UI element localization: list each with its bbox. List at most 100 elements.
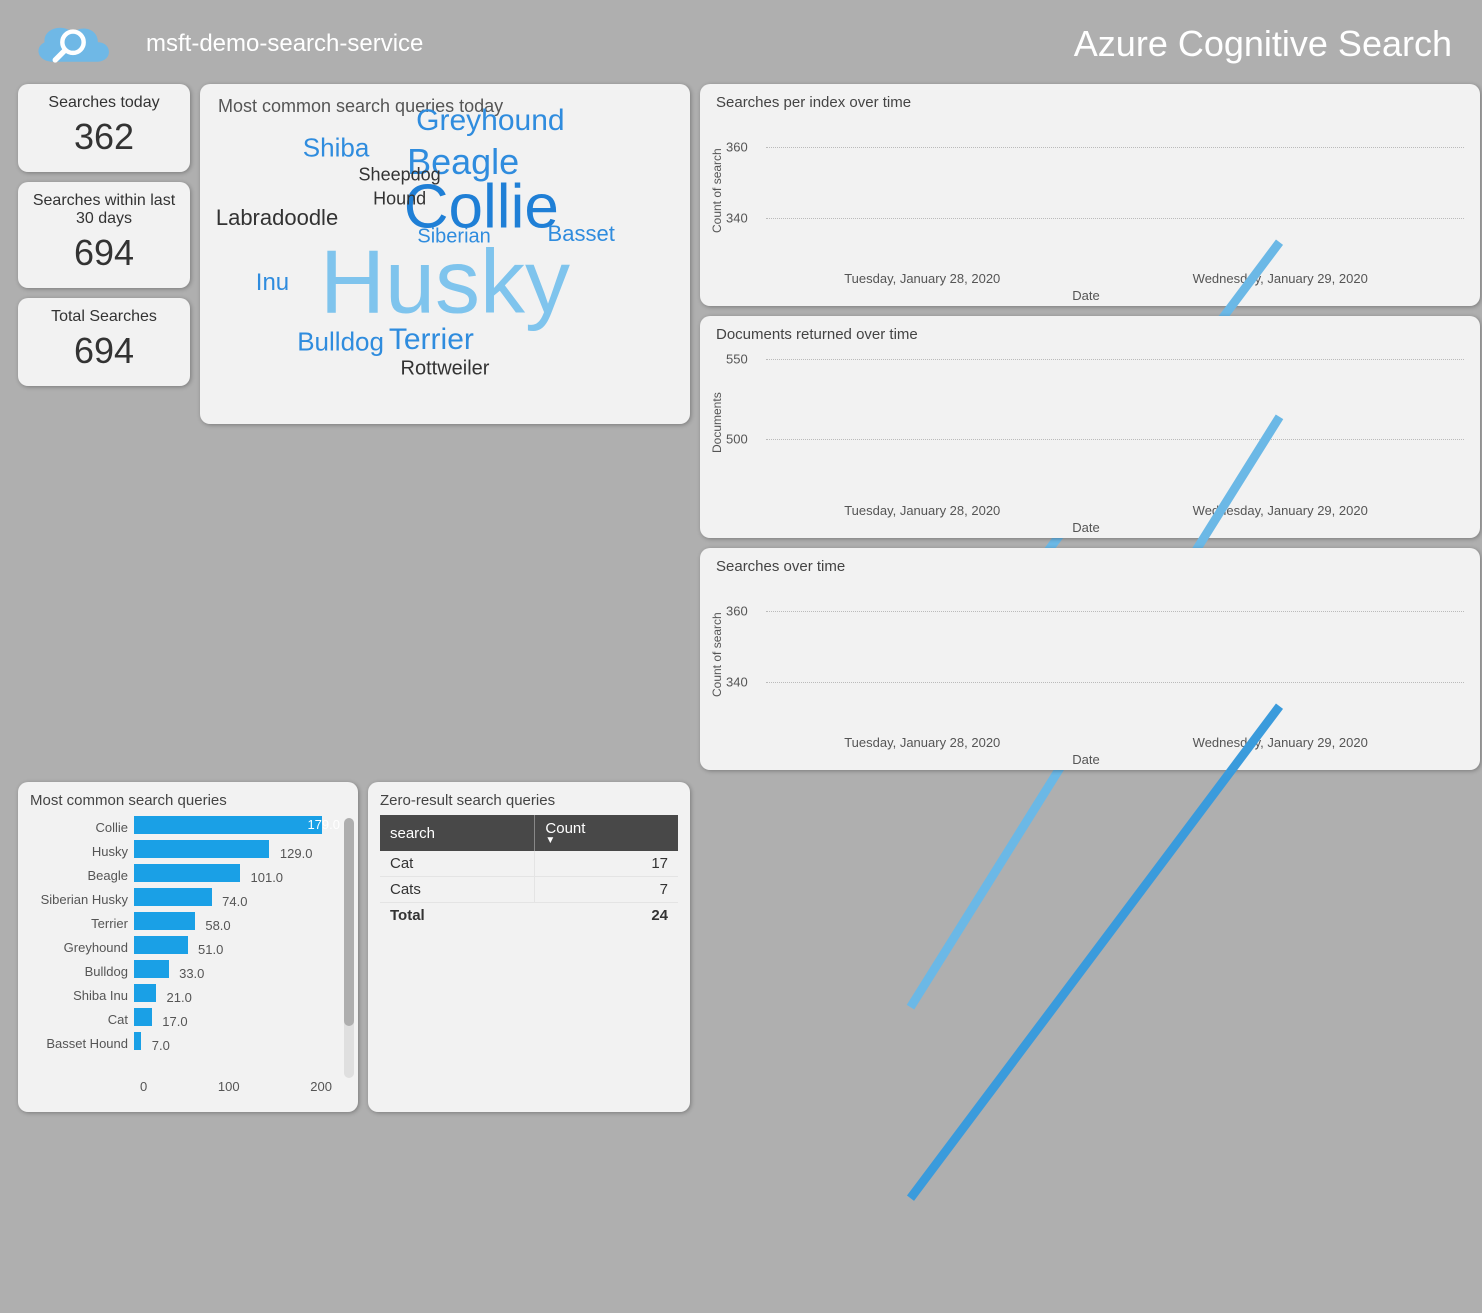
bar-chart-title: Most common search queries [30, 792, 352, 809]
bar-chart-scrollbar[interactable] [344, 818, 354, 1078]
line-chart-title: Documents returned over time [716, 326, 1464, 343]
wordcloud-word[interactable]: Bulldog [297, 327, 384, 358]
wordcloud-word[interactable]: Hound [373, 189, 426, 210]
bar-label: Basset Hound [24, 1036, 134, 1051]
bar-track: 179.0 [134, 816, 344, 839]
right-column: Searches per index over time Count of se… [700, 84, 1480, 770]
bar-row[interactable]: Beagle 101.0 [24, 863, 344, 887]
bar-row[interactable]: Shiba Inu 21.0 [24, 983, 344, 1007]
bar-fill [134, 912, 195, 930]
kpi-value: 694 [24, 330, 184, 372]
y-axis-label: Documents [708, 343, 726, 503]
bar-value: 7.0 [152, 1038, 170, 1053]
cell-count: 17 [535, 851, 678, 877]
bar-label: Siberian Husky [24, 892, 134, 907]
line-chart-card-2[interactable]: Searches over time Count of search 34036… [700, 548, 1480, 770]
table-header[interactable]: search [380, 815, 535, 851]
cell-count: 7 [535, 877, 678, 903]
wordcloud-card[interactable]: Most common search queries today HuskyCo… [200, 84, 690, 424]
bar-label: Greyhound [24, 940, 134, 955]
bar-fill [134, 888, 212, 906]
bar-fill: 179.0 [134, 816, 322, 834]
bar-fill [134, 1032, 141, 1050]
zero-result-table: searchCount▼ Cat 17Cats 7 Total 24 [380, 815, 678, 928]
bar-value: 17.0 [162, 1014, 187, 1029]
service-name: msft-demo-search-service [146, 30, 423, 58]
bar-label: Beagle [24, 868, 134, 883]
bar-fill [134, 936, 188, 954]
line-path [726, 575, 1464, 1313]
line-chart-card-0[interactable]: Searches per index over time Count of se… [700, 84, 1480, 306]
zero-result-title: Zero-result search queries [380, 792, 678, 809]
bar-xtick: 0 [140, 1079, 147, 1094]
sort-desc-icon: ▼ [545, 835, 668, 846]
y-axis-label: Count of search [708, 575, 726, 735]
cell-search: Cats [380, 877, 535, 903]
bar-track: 129.0 [134, 840, 344, 863]
header-left: msft-demo-search-service [28, 12, 423, 76]
bar-row[interactable]: Collie 179.0 [24, 815, 344, 839]
wordcloud-word[interactable]: Inu [256, 269, 289, 297]
bar-label: Collie [24, 820, 134, 835]
bar-value: 58.0 [205, 918, 230, 933]
bar-track: 51.0 [134, 936, 344, 959]
bar-fill [134, 864, 240, 882]
bar-track: 74.0 [134, 888, 344, 911]
wordcloud-word[interactable]: Siberian [417, 226, 490, 249]
search-cloud-icon [28, 12, 118, 76]
zero-total-value: 24 [535, 903, 678, 929]
bar-chart-card[interactable]: Most common search queries Collie 179.0 … [18, 782, 358, 1112]
kpi-card-2[interactable]: Total Searches 694 [18, 298, 190, 386]
zero-total-label: Total [380, 903, 535, 929]
bar-track: 101.0 [134, 864, 344, 887]
zero-result-table-card[interactable]: Zero-result search queries searchCount▼ … [368, 782, 690, 1112]
table-header[interactable]: Count▼ [535, 815, 678, 851]
wordcloud-area: HuskyCollieBeagleGreyhoundTerrierShibaBu… [218, 121, 672, 391]
bar-track: 58.0 [134, 912, 344, 935]
bar-chart-area: Collie 179.0 Husky 129.0 Beagle 101.0 Si… [24, 815, 352, 1075]
bar-row[interactable]: Cat 17.0 [24, 1007, 344, 1031]
bar-value: 74.0 [222, 894, 247, 909]
plot-area: 500550 [726, 343, 1464, 503]
line-chart-title: Searches over time [716, 558, 1464, 575]
wordcloud-word[interactable]: Basset [548, 221, 615, 247]
wordcloud-word[interactable]: Greyhound [416, 104, 564, 138]
bar-row[interactable]: Terrier 58.0 [24, 911, 344, 935]
cell-search: Cat [380, 851, 535, 877]
bar-track: 17.0 [134, 1008, 344, 1031]
bar-row[interactable]: Bulldog 33.0 [24, 959, 344, 983]
bar-value: 51.0 [198, 942, 223, 957]
bar-row[interactable]: Husky 129.0 [24, 839, 344, 863]
bar-label: Shiba Inu [24, 988, 134, 1003]
kpi-value: 362 [24, 116, 184, 158]
kpi-card-1[interactable]: Searches within last 30 days 694 [18, 182, 190, 288]
bar-xtick: 200 [310, 1079, 332, 1094]
bar-track: 7.0 [134, 1032, 344, 1055]
table-row[interactable]: Cat 17 [380, 851, 678, 877]
bar-row[interactable]: Basset Hound 7.0 [24, 1031, 344, 1055]
line-chart-title: Searches per index over time [716, 94, 1464, 111]
product-name: Azure Cognitive Search [1074, 23, 1452, 65]
bar-xtick: 100 [218, 1079, 240, 1094]
wordcloud-word[interactable]: Sheepdog [359, 165, 441, 186]
wordcloud-word[interactable]: Shiba [303, 133, 370, 164]
line-chart-card-1[interactable]: Documents returned over time Documents 5… [700, 316, 1480, 538]
bar-fill [134, 984, 156, 1002]
bar-label: Cat [24, 1012, 134, 1027]
wordcloud-word[interactable]: Rottweiler [401, 358, 490, 381]
header: msft-demo-search-service Azure Cognitive… [0, 0, 1482, 84]
bar-label: Terrier [24, 916, 134, 931]
bar-chart-xaxis: 0 100 200 [140, 1079, 352, 1094]
table-row[interactable]: Cats 7 [380, 877, 678, 903]
bar-value: 179.0 [307, 817, 340, 832]
kpi-card-0[interactable]: Searches today 362 [18, 84, 190, 172]
bar-row[interactable]: Siberian Husky 74.0 [24, 887, 344, 911]
bar-value: 129.0 [280, 846, 313, 861]
bar-label: Bulldog [24, 964, 134, 979]
bar-label: Husky [24, 844, 134, 859]
wordcloud-word[interactable]: Labradoodle [216, 205, 338, 231]
bar-row[interactable]: Greyhound 51.0 [24, 935, 344, 959]
bar-chart-scroll-thumb[interactable] [344, 818, 354, 1026]
bottom-row: Most common search queries Collie 179.0 … [18, 782, 690, 1112]
wordcloud-word[interactable]: Terrier [389, 323, 474, 357]
